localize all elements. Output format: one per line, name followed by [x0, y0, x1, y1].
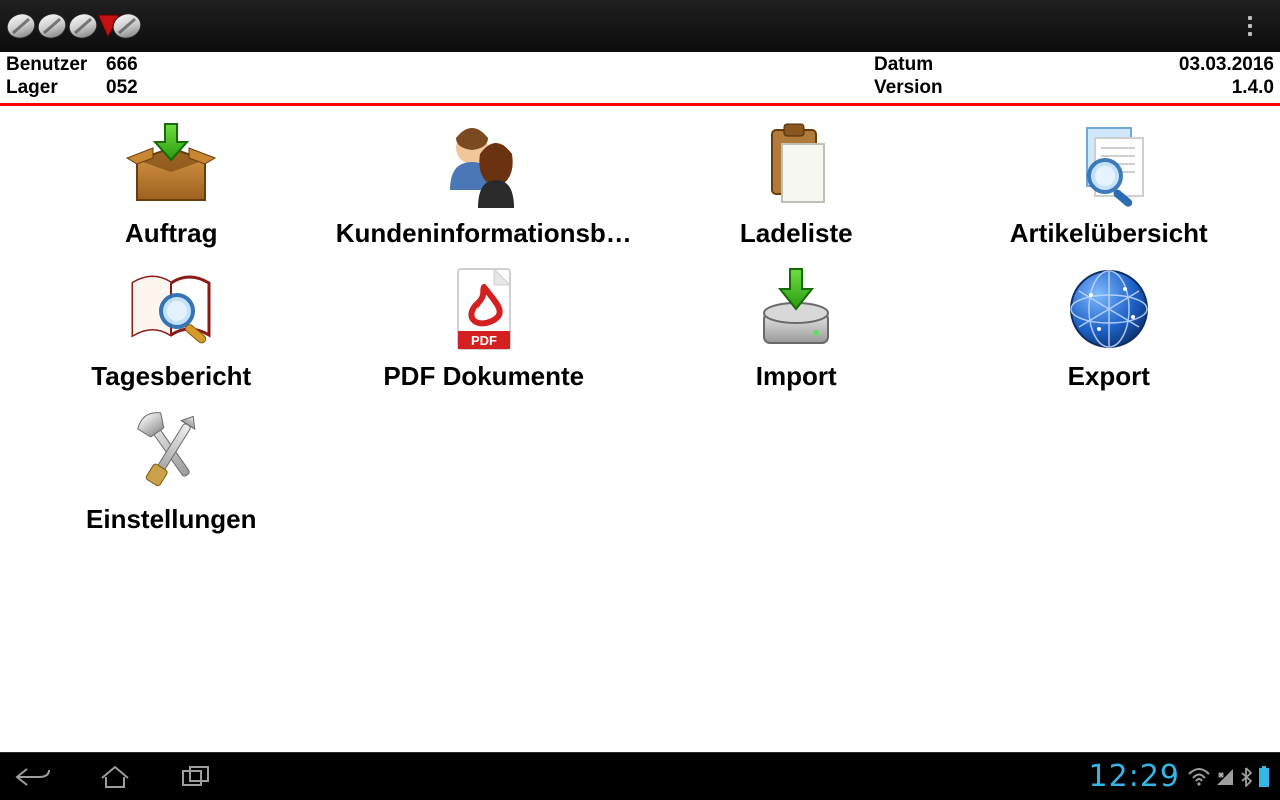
clipboard-icon	[746, 116, 846, 216]
tile-label: Artikelübersicht	[1010, 218, 1208, 249]
date-label: Datum	[874, 54, 1074, 76]
store-label: Lager	[6, 77, 106, 99]
drive-download-icon	[746, 259, 846, 359]
tile-label: Export	[1068, 361, 1150, 392]
version-value: 1.4.0	[1074, 77, 1274, 99]
svg-text:PDF: PDF	[471, 333, 497, 348]
store-value: 052	[106, 77, 138, 99]
home-button[interactable]	[92, 762, 138, 792]
tile-auftrag[interactable]: Auftrag	[21, 116, 321, 249]
tile-label: Einstellungen	[86, 504, 256, 535]
box-download-icon	[121, 116, 221, 216]
status-clock: 12:29	[1089, 759, 1180, 794]
launcher-grid: Auftrag Kundeninformationsb…	[0, 106, 1280, 545]
tile-einstellungen[interactable]: Einstellungen	[21, 402, 321, 535]
tile-tagesbericht[interactable]: Tagesbericht	[21, 259, 321, 392]
people-icon	[434, 116, 534, 216]
back-button[interactable]	[10, 762, 56, 792]
tools-icon	[121, 402, 221, 502]
pdf-icon: PDF	[434, 259, 534, 359]
battery-icon	[1258, 766, 1270, 788]
tile-import[interactable]: Import	[646, 259, 946, 392]
wifi-icon	[1188, 768, 1210, 786]
info-strip: Benutzer 666 Lager 052 Datum 03.03.2016 …	[0, 52, 1280, 106]
system-nav-bar: 12:29	[0, 752, 1280, 800]
recents-button[interactable]	[174, 762, 220, 792]
book-search-icon	[121, 259, 221, 359]
tile-label: Import	[756, 361, 837, 392]
tile-ladeliste[interactable]: Ladeliste	[646, 116, 946, 249]
tile-artikeluebersicht[interactable]: Artikelübersicht	[959, 116, 1259, 249]
app-bar	[0, 0, 1280, 52]
date-value: 03.03.2016	[1074, 54, 1274, 76]
tile-label: Tagesbericht	[91, 361, 251, 392]
globe-icon	[1059, 259, 1159, 359]
app-logo	[4, 0, 144, 52]
signal-icon	[1216, 768, 1234, 786]
status-icons	[1188, 766, 1270, 788]
user-value: 666	[106, 54, 138, 76]
tile-label: Auftrag	[125, 218, 217, 249]
tile-pdf-dokumente[interactable]: PDF PDF Dokumente	[334, 259, 634, 392]
tile-label: PDF Dokumente	[383, 361, 584, 392]
bluetooth-icon	[1240, 767, 1252, 787]
tile-label: Kundeninformationsb…	[336, 218, 632, 249]
tile-export[interactable]: Export	[959, 259, 1259, 392]
tile-label: Ladeliste	[740, 218, 853, 249]
tile-kundeninformation[interactable]: Kundeninformationsb…	[334, 116, 634, 249]
version-label: Version	[874, 77, 1074, 99]
overflow-menu-button[interactable]	[1238, 10, 1262, 42]
user-label: Benutzer	[6, 54, 106, 76]
document-search-icon	[1059, 116, 1159, 216]
